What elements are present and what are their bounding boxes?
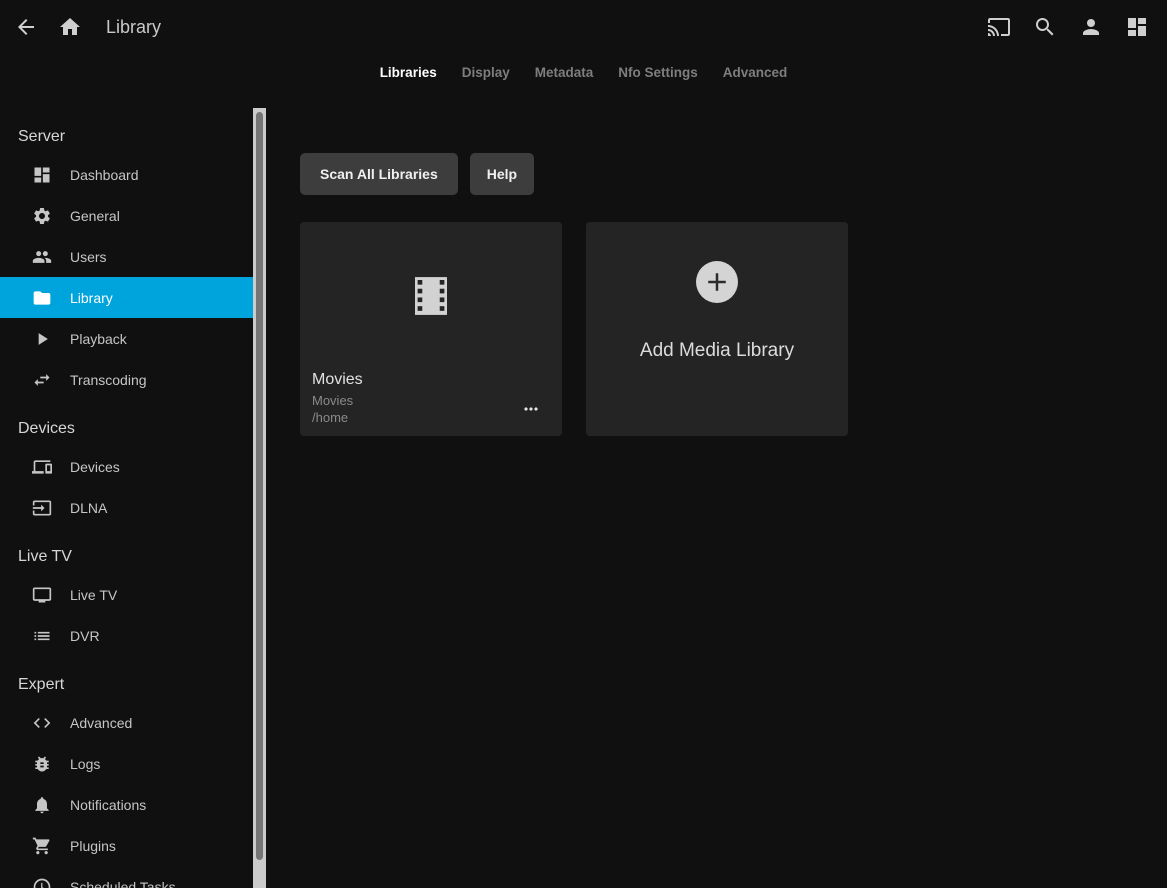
sidebar-section-title: Expert xyxy=(0,668,253,702)
swap-arrows-icon xyxy=(30,370,54,390)
add-media-library-label: Add Media Library xyxy=(640,340,794,362)
sidebar-item-label: Playback xyxy=(70,331,127,347)
library-card-footer: Movies Movies /home xyxy=(300,369,562,426)
library-name: Movies xyxy=(312,371,548,389)
sidebar-item-label: Transcoding xyxy=(70,372,147,388)
sidebar-item-notifications[interactable]: Notifications xyxy=(0,784,253,825)
sidebar-section-server: Server Dashboard General Users Library xyxy=(0,120,253,400)
tab-advanced[interactable]: Advanced xyxy=(721,59,790,86)
sidebar-item-label: Library xyxy=(70,290,113,306)
film-strip-icon xyxy=(415,276,447,316)
cast-button[interactable] xyxy=(977,5,1021,49)
sidebar-item-general[interactable]: General xyxy=(0,195,253,236)
library-path: /home xyxy=(312,409,353,426)
page-title: Library xyxy=(106,17,161,38)
tv-icon xyxy=(30,585,54,605)
devices-icon xyxy=(30,457,54,477)
sidebar-item-library[interactable]: Library xyxy=(0,277,253,318)
library-cards: Movies Movies /home A xyxy=(300,222,1167,436)
gear-icon xyxy=(30,206,54,226)
library-card-movies: Movies Movies /home xyxy=(300,222,562,436)
sidebar-item-label: General xyxy=(70,208,120,224)
sidebar-item-transcoding[interactable]: Transcoding xyxy=(0,359,253,400)
sidebar-item-label: Notifications xyxy=(70,797,146,813)
input-icon xyxy=(30,498,54,518)
sidebar-section-title: Server xyxy=(0,120,253,154)
tab-libraries[interactable]: Libraries xyxy=(378,59,439,86)
sidebar: Server Dashboard General Users Library xyxy=(0,108,253,888)
user-button[interactable] xyxy=(1069,5,1113,49)
play-icon xyxy=(30,329,54,349)
sidebar-item-users[interactable]: Users xyxy=(0,236,253,277)
sidebar-section-live-tv: Live TV Live TV DVR xyxy=(0,540,253,656)
folder-icon xyxy=(30,288,54,308)
add-media-library-card[interactable]: Add Media Library xyxy=(586,222,848,436)
users-icon xyxy=(30,247,54,267)
search-icon xyxy=(1033,15,1057,39)
sidebar-scrollbar-thumb[interactable] xyxy=(256,112,263,860)
sidebar-item-label: Users xyxy=(70,249,107,265)
sidebar-item-playback[interactable]: Playback xyxy=(0,318,253,359)
tab-display[interactable]: Display xyxy=(460,59,512,86)
dashboard-icon xyxy=(1125,15,1149,39)
help-button[interactable]: Help xyxy=(470,153,534,195)
plus-icon xyxy=(696,261,738,303)
dashboard-icon xyxy=(30,165,54,185)
tab-metadata[interactable]: Metadata xyxy=(533,59,596,86)
library-menu-button[interactable] xyxy=(514,392,548,426)
ellipsis-icon xyxy=(521,399,541,419)
bell-icon xyxy=(30,795,54,815)
sidebar-item-label: Advanced xyxy=(70,715,132,731)
libraries-page: Scan All Libraries Help xyxy=(266,108,1167,888)
clock-icon xyxy=(30,877,54,888)
home-icon xyxy=(58,15,82,39)
sidebar-section-expert: Expert Advanced Logs Notifications Plugi… xyxy=(0,668,253,888)
cart-icon xyxy=(30,836,54,856)
sidebar-section-title: Devices xyxy=(0,412,253,446)
cast-icon xyxy=(987,15,1011,39)
settings-tabs: Libraries Display Metadata Nfo Settings … xyxy=(0,54,1167,90)
back-button[interactable] xyxy=(4,5,48,49)
sidebar-section-devices: Devices Devices DLNA xyxy=(0,412,253,528)
dashboard-button[interactable] xyxy=(1115,5,1159,49)
sidebar-item-plugins[interactable]: Plugins xyxy=(0,825,253,866)
sidebar-item-live-tv[interactable]: Live TV xyxy=(0,574,253,615)
back-arrow-icon xyxy=(14,15,38,39)
user-icon xyxy=(1079,15,1103,39)
library-actions: Scan All Libraries Help xyxy=(300,153,1167,195)
library-content-type: Movies xyxy=(312,392,353,409)
sidebar-item-label: Plugins xyxy=(70,838,116,854)
list-icon xyxy=(30,626,54,646)
sidebar-item-devices[interactable]: Devices xyxy=(0,446,253,487)
sidebar-item-dvr[interactable]: DVR xyxy=(0,615,253,656)
sidebar-item-label: Dashboard xyxy=(70,167,139,183)
sidebar-scrollbar[interactable] xyxy=(253,108,266,888)
search-button[interactable] xyxy=(1023,5,1067,49)
sidebar-item-scheduled-tasks[interactable]: Scheduled Tasks xyxy=(0,866,253,888)
sidebar-item-advanced[interactable]: Advanced xyxy=(0,702,253,743)
sidebar-item-label: DLNA xyxy=(70,500,107,516)
sidebar-item-label: Scheduled Tasks xyxy=(70,879,176,888)
scan-all-libraries-button[interactable]: Scan All Libraries xyxy=(300,153,458,195)
code-icon xyxy=(30,713,54,733)
sidebar-item-label: Devices xyxy=(70,459,120,475)
bug-icon xyxy=(30,754,54,774)
sidebar-item-label: DVR xyxy=(70,628,100,644)
sidebar-item-dlna[interactable]: DLNA xyxy=(0,487,253,528)
tab-nfo-settings[interactable]: Nfo Settings xyxy=(616,59,700,86)
top-bar: Library xyxy=(0,0,1167,54)
sidebar-item-label: Logs xyxy=(70,756,100,772)
sidebar-item-label: Live TV xyxy=(70,587,117,603)
top-bar-actions xyxy=(977,5,1159,49)
sidebar-item-logs[interactable]: Logs xyxy=(0,743,253,784)
home-button[interactable] xyxy=(48,5,92,49)
library-card-image[interactable] xyxy=(300,222,562,369)
sidebar-section-title: Live TV xyxy=(0,540,253,574)
sidebar-item-dashboard[interactable]: Dashboard xyxy=(0,154,253,195)
